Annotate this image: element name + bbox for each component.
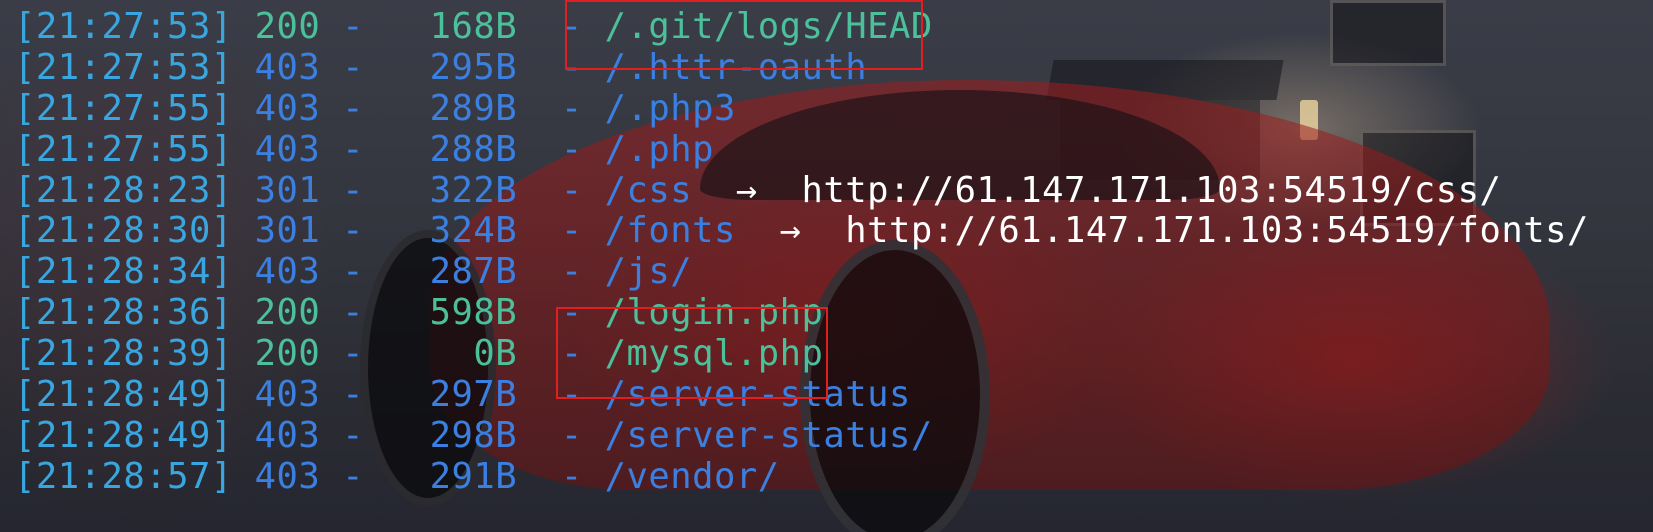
log-timestamp: [21:28:49] [14, 374, 233, 416]
terminal-output[interactable]: [21:27:53] 200 - 168B - /.git/logs/HEAD[… [14, 6, 1589, 498]
response-size: 287B [429, 251, 518, 293]
http-status-code: 403 [254, 455, 321, 497]
separator-dash: - [560, 87, 583, 129]
response-size: 297B [429, 374, 518, 416]
separator-dash: - [342, 210, 364, 252]
log-timestamp: [21:28:49] [14, 414, 233, 456]
log-timestamp: [21:28:57] [14, 455, 233, 497]
http-status-code: 200 [254, 292, 321, 334]
http-status-code: 301 [254, 169, 321, 211]
http-status-code: 403 [254, 414, 321, 456]
highlight-box-php-files [556, 307, 828, 399]
terminal-line: [21:28:30] 301 - 324B - /fonts → http://… [14, 211, 1589, 252]
request-path: /fonts [604, 210, 736, 252]
terminal-line: [21:27:55] 403 - 288B - /.php [14, 128, 1589, 171]
request-path: /.php [604, 128, 714, 170]
terminal-window[interactable]: [21:27:53] 200 - 168B - /.git/logs/HEAD[… [0, 0, 1653, 532]
separator-dash: - [560, 251, 583, 293]
separator-dash: - [560, 169, 583, 211]
http-status-code: 403 [254, 128, 321, 170]
log-timestamp: [21:28:36] [14, 292, 233, 334]
request-path: /css [604, 169, 693, 211]
response-size: 298B [429, 414, 518, 456]
separator-dash: - [342, 251, 364, 293]
log-timestamp: [21:28:39] [14, 333, 233, 375]
redirect-url: http://61.147.171.103:54519/css/ [801, 169, 1502, 211]
request-path: /js/ [604, 251, 693, 293]
separator-dash: - [342, 6, 364, 47]
http-status-code: 301 [254, 210, 321, 252]
redirect-arrow: → [735, 169, 758, 211]
log-timestamp: [21:27:55] [14, 87, 233, 129]
log-timestamp: [21:27:53] [14, 46, 233, 88]
http-status-code: 200 [254, 6, 321, 47]
response-size: 295B [429, 46, 518, 88]
separator-dash: - [560, 455, 583, 497]
separator-dash: - [342, 414, 364, 456]
request-path: /server-status/ [604, 414, 933, 456]
separator-dash: - [342, 333, 364, 375]
terminal-line: [21:28:57] 403 - 291B - /vendor/ [14, 455, 1589, 498]
terminal-line: [21:28:49] 403 - 298B - /server-status/ [14, 414, 1589, 457]
log-timestamp: [21:28:23] [14, 169, 233, 211]
terminal-line: [21:27:55] 403 - 289B - /.php3 [14, 87, 1589, 130]
response-size: 288B [429, 128, 518, 170]
separator-dash: - [342, 128, 364, 170]
redirect-arrow: → [779, 210, 802, 252]
response-size: 322B [429, 169, 518, 211]
response-size: 0B [473, 333, 518, 375]
response-size: 289B [429, 87, 518, 129]
response-size: 598B [429, 292, 518, 334]
separator-dash: - [342, 87, 364, 129]
response-size: 168B [429, 6, 518, 47]
http-status-code: 403 [254, 251, 321, 293]
terminal-line: [21:28:23] 301 - 322B - /css → http://61… [14, 169, 1589, 212]
response-size: 324B [429, 210, 518, 252]
separator-dash: - [342, 169, 364, 211]
request-path: /.php3 [604, 87, 736, 129]
log-timestamp: [21:28:30] [14, 210, 233, 252]
redirect-url: http://61.147.171.103:54519/fonts/ [845, 210, 1589, 252]
separator-dash: - [560, 210, 583, 252]
http-status-code: 403 [254, 46, 321, 88]
separator-dash: - [560, 128, 583, 170]
highlight-box-git-head [565, 0, 923, 70]
log-timestamp: [21:27:55] [14, 128, 233, 170]
log-timestamp: [21:27:53] [14, 6, 233, 47]
separator-dash: - [560, 414, 583, 456]
separator-dash: - [342, 292, 364, 334]
http-status-code: 200 [254, 333, 321, 375]
terminal-line: [21:28:34] 403 - 287B - /js/ [14, 251, 1589, 293]
log-timestamp: [21:28:34] [14, 251, 233, 293]
separator-dash: - [342, 455, 364, 497]
http-status-code: 403 [254, 87, 321, 129]
separator-dash: - [342, 46, 364, 88]
response-size: 291B [429, 455, 518, 497]
http-status-code: 403 [254, 374, 321, 416]
request-path: /vendor/ [604, 455, 780, 497]
separator-dash: - [342, 374, 364, 416]
